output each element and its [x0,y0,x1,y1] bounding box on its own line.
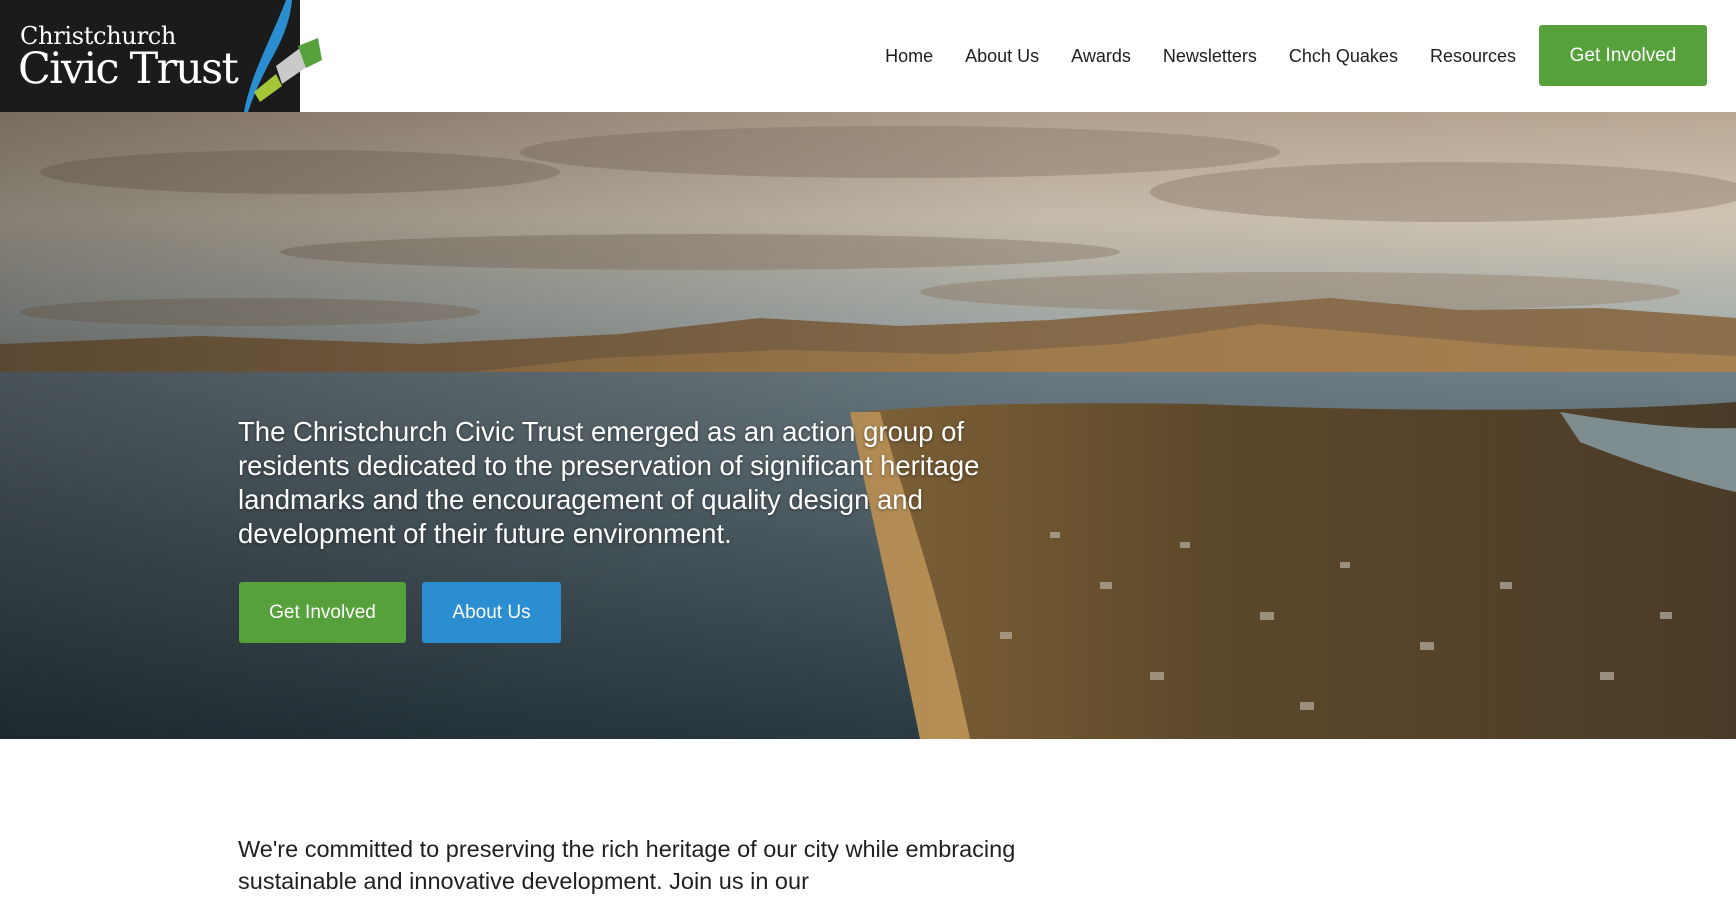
site-logo[interactable]: Christchurch Civic Trust [0,0,330,112]
hero-about-us-button[interactable]: About Us [422,582,561,643]
hero-description: The Christchurch Civic Trust emerged as … [238,416,980,549]
site-header: Christchurch Civic Trust Home About Us A… [0,0,1736,112]
nav-resources[interactable]: Resources [1430,46,1516,67]
main-navigation: Home About Us Awards Newsletters Chch Qu… [853,0,1516,112]
nav-awards[interactable]: Awards [1071,46,1131,67]
nav-chch-quakes[interactable]: Chch Quakes [1289,46,1398,67]
nav-home[interactable]: Home [885,46,933,67]
logo-text-civic-trust: Civic Trust [18,44,239,94]
nav-about-us[interactable]: About Us [965,46,1039,67]
intro-paragraph: We're committed to preserving the rich h… [238,836,1016,894]
hero-buttons: Get Involved About Us [239,582,561,643]
nav-newsletters[interactable]: Newsletters [1163,46,1257,67]
hero-section: The Christchurch Civic Trust emerged as … [0,112,1736,739]
hero-get-involved-button[interactable]: Get Involved [239,582,406,643]
logo-mark-icon [236,0,330,112]
header-get-involved-button[interactable]: Get Involved [1539,25,1707,86]
